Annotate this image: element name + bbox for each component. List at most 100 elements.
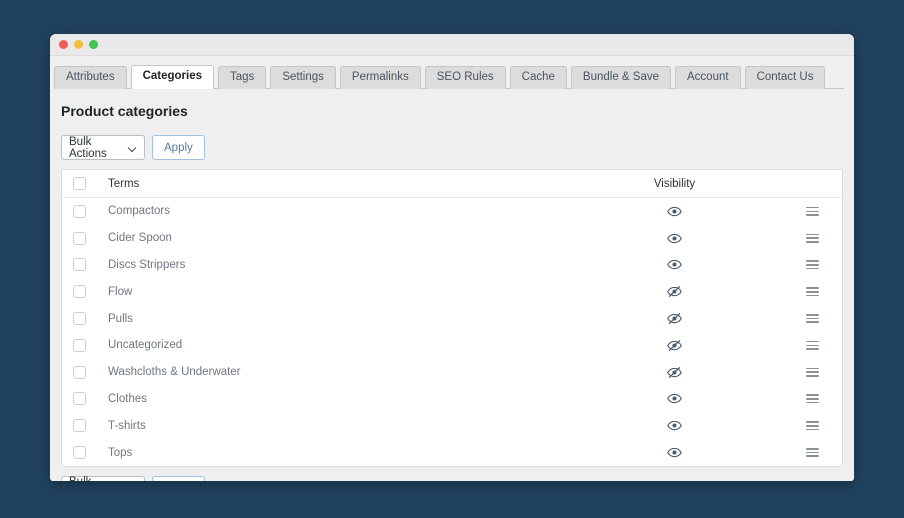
drag-handle-icon[interactable] (805, 340, 819, 350)
term-name[interactable]: Clothes (100, 393, 567, 405)
apply-button-bottom[interactable]: Apply (152, 475, 205, 481)
term-name[interactable]: Tops (100, 447, 567, 459)
minimize-button[interactable] (74, 40, 83, 49)
row-handle-cell (782, 314, 842, 324)
term-name[interactable]: Washcloths & Underwater (100, 366, 567, 378)
row-checkbox[interactable] (73, 419, 86, 433)
app-window: Attributes Categories Tags Settings Permalin… (50, 34, 854, 481)
table-row: Pulls (62, 305, 842, 332)
select-all-checkbox[interactable] (73, 177, 86, 190)
row-checkbox[interactable] (73, 338, 86, 352)
row-handle-cell (782, 287, 842, 297)
table-row: Washcloths & Underwater (62, 359, 842, 386)
drag-handle-icon[interactable] (805, 421, 819, 431)
eye-icon[interactable] (567, 391, 782, 406)
tab-cache[interactable]: Cache (509, 65, 567, 89)
bulk-actions-select-bottom[interactable]: Bulk Actions (61, 475, 145, 481)
column-header-terms: Terms (108, 177, 140, 190)
table-row: Cider Spoon (62, 225, 842, 252)
term-name[interactable]: Uncategorized (100, 339, 567, 351)
table-row: Flow (62, 278, 842, 305)
row-select-cell (73, 392, 100, 406)
row-checkbox[interactable] (73, 446, 86, 460)
row-select-cell (73, 285, 100, 299)
row-handle-cell (782, 394, 842, 404)
tab-attributes[interactable]: Attributes (54, 65, 127, 89)
drag-handle-icon[interactable] (805, 367, 819, 377)
term-name[interactable]: Compactors (100, 205, 567, 217)
table-row: Uncategorized (62, 332, 842, 359)
row-checkbox[interactable] (73, 285, 86, 299)
eye-off-icon[interactable] (567, 338, 782, 353)
row-select-cell (73, 231, 100, 245)
row-select-cell (73, 446, 100, 460)
table-row: Discs Strippers (62, 252, 842, 279)
eye-off-icon[interactable] (567, 311, 782, 326)
row-checkbox[interactable] (73, 392, 86, 406)
row-select-cell (73, 312, 100, 326)
drag-handle-icon[interactable] (805, 206, 819, 216)
bulk-actions-toolbar-top: Bulk Actions Apply (61, 135, 843, 160)
term-name[interactable]: Flow (100, 286, 567, 298)
tab-contact-us[interactable]: Contact Us (744, 65, 826, 89)
tab-bundle-save[interactable]: Bundle & Save (570, 65, 671, 89)
drag-handle-icon[interactable] (805, 260, 819, 270)
tab-permalinks[interactable]: Permalinks (339, 65, 421, 89)
row-handle-cell (782, 448, 842, 458)
window-titlebar (50, 34, 854, 56)
term-name[interactable]: Cider Spoon (100, 232, 567, 244)
categories-table: Terms Visibility Compactors Cider Spoon Di… (61, 169, 843, 467)
eye-off-icon[interactable] (567, 284, 782, 299)
row-handle-cell (782, 233, 842, 243)
term-name[interactable]: Pulls (100, 313, 567, 325)
row-checkbox[interactable] (73, 365, 86, 379)
drag-handle-icon[interactable] (805, 287, 819, 297)
tab-bar: Attributes Categories Tags Settings Permalin… (50, 56, 854, 89)
row-checkbox[interactable] (73, 204, 86, 218)
eye-icon[interactable] (567, 257, 782, 272)
eye-icon[interactable] (567, 204, 782, 219)
row-checkbox[interactable] (73, 258, 86, 272)
tab-seo-rules[interactable]: SEO Rules (424, 65, 506, 89)
row-checkbox[interactable] (73, 231, 86, 245)
eye-icon[interactable] (567, 231, 782, 246)
maximize-button[interactable] (89, 40, 98, 49)
drag-handle-icon[interactable] (805, 314, 819, 324)
row-handle-cell (782, 206, 842, 216)
close-button[interactable] (59, 40, 68, 49)
row-select-cell (73, 419, 100, 433)
table-row: Clothes (62, 386, 842, 413)
eye-off-icon[interactable] (567, 365, 782, 380)
row-handle-cell (782, 340, 842, 350)
bulk-actions-label: Bulk Actions (69, 476, 120, 481)
row-handle-cell (782, 260, 842, 270)
row-handle-cell (782, 367, 842, 377)
tab-account[interactable]: Account (675, 65, 741, 89)
select-all-cell (73, 177, 100, 190)
drag-handle-icon[interactable] (805, 448, 819, 458)
eye-icon[interactable] (567, 445, 782, 460)
row-checkbox[interactable] (73, 312, 86, 326)
table-header-row: Terms Visibility (62, 170, 842, 198)
row-select-cell (73, 365, 100, 379)
chevron-down-icon (129, 144, 137, 152)
tab-categories[interactable]: Categories (130, 64, 215, 89)
bulk-actions-select-top[interactable]: Bulk Actions (61, 135, 145, 160)
term-name[interactable]: Discs Strippers (100, 259, 567, 271)
column-header-visibility: Visibility (653, 177, 696, 190)
eye-icon[interactable] (567, 418, 782, 433)
bulk-actions-label: Bulk Actions (69, 135, 107, 160)
tab-settings[interactable]: Settings (270, 65, 336, 89)
bulk-actions-toolbar-bottom: Bulk Actions Apply (61, 475, 843, 481)
tab-tags[interactable]: Tags (218, 65, 267, 89)
row-select-cell (73, 258, 100, 272)
row-handle-cell (782, 421, 842, 431)
table-row: T-shirts (62, 412, 842, 439)
apply-button-top[interactable]: Apply (152, 135, 205, 160)
drag-handle-icon[interactable] (805, 394, 819, 404)
row-select-cell (73, 204, 100, 218)
term-name[interactable]: T-shirts (100, 420, 567, 432)
drag-handle-icon[interactable] (805, 233, 819, 243)
table-row: Tops (62, 439, 842, 466)
table-row: Compactors (62, 198, 842, 225)
